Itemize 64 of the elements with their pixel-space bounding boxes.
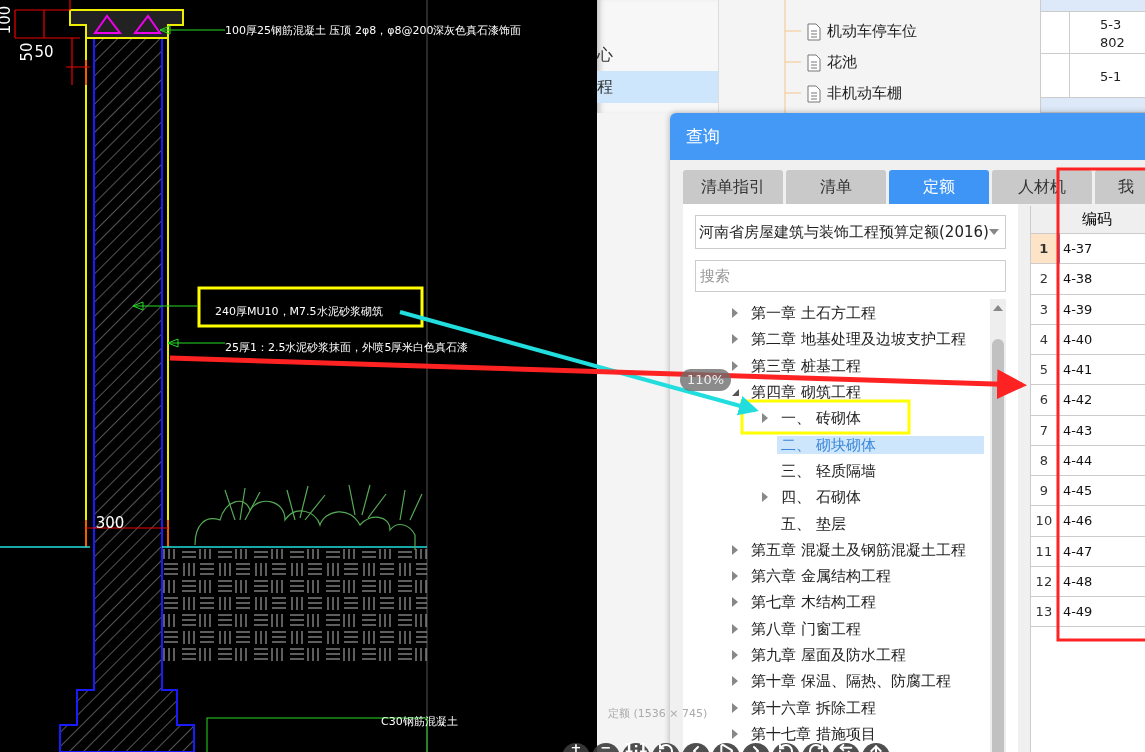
- document-icon: [807, 84, 821, 103]
- tree-item[interactable]: 第四章 砌筑工程: [747, 383, 865, 402]
- sidebar-item[interactable]: 心: [597, 39, 718, 71]
- table-cell: 4-44: [1057, 445, 1145, 476]
- tree-item[interactable]: 第二章 地基处理及边坡支护工程: [747, 330, 970, 349]
- table-cell: 4-49: [1057, 597, 1145, 628]
- tree-item[interactable]: 第五章 混凝土及钢筋混凝土工程: [747, 540, 970, 559]
- viewer-button[interactable]: −: [592, 743, 620, 752]
- tree-item[interactable]: 第三章 桩基工程: [747, 356, 865, 375]
- annotation-text: C30钢筋混凝土: [381, 715, 458, 728]
- table-cell: 4-47: [1057, 536, 1145, 567]
- document-icon: [807, 22, 821, 41]
- table-cell: 4-41: [1057, 355, 1145, 386]
- leader-line: [159, 25, 226, 35]
- tree-item[interactable]: 第七章 木结构工程: [747, 593, 880, 612]
- table-cell: 4-46: [1057, 506, 1145, 537]
- annotation-text: 240厚MU10，M7.5水泥砂浆砌筑: [215, 305, 383, 318]
- tab[interactable]: 清单: [786, 170, 886, 204]
- tree-item[interactable]: 第一章 土石方工程: [747, 304, 880, 323]
- dialog-title: 查询: [670, 113, 1145, 160]
- annotation-text: 25厚1：2.5水泥砂浆抹面，外喷5厚米白色真石漆: [225, 341, 469, 354]
- project-tree-item[interactable]: 花池: [807, 47, 1040, 78]
- scroll-up-icon[interactable]: [992, 305, 1003, 311]
- tree-item[interactable]: 三、 轻质隔墙: [777, 461, 880, 480]
- tree-item[interactable]: 第九章 屋面及防水工程: [747, 646, 910, 664]
- tree-item[interactable]: 第六章 金属结构工程: [747, 567, 895, 586]
- tree-item[interactable]: 第十六章 拆除工程: [747, 698, 880, 717]
- table-cell: 5-3 802: [1069, 12, 1145, 54]
- project-tree-item[interactable]: 非机动车棚: [807, 78, 1040, 109]
- viewer-button[interactable]: 1:1: [622, 743, 650, 752]
- table-cell: 4-40: [1057, 324, 1145, 355]
- tree-item[interactable]: 四、 石砌体: [777, 488, 865, 507]
- tab[interactable]: 清单指引: [683, 170, 783, 204]
- zoom-level: 110%: [680, 369, 732, 391]
- tree-item[interactable]: 五、 垫层: [777, 514, 850, 533]
- table-cell: 4-45: [1057, 476, 1145, 507]
- table-cell: 4-43: [1057, 415, 1145, 446]
- project-tree-item[interactable]: 机动车停车位: [807, 16, 1040, 47]
- tree-item[interactable]: 第八章 门窗工程: [747, 619, 865, 638]
- column-header: 编码: [1057, 206, 1145, 234]
- dimension-text: 50: [34, 43, 54, 61]
- table-cell: 4-39: [1057, 294, 1145, 325]
- sidebar-item[interactable]: 程: [597, 71, 718, 103]
- quota-select[interactable]: 河南省房屋建筑与装饰工程预算定额(2016): [695, 215, 1006, 249]
- table-cell: 4-42: [1057, 385, 1145, 416]
- scrollbar[interactable]: [989, 299, 1006, 752]
- leader-line: [167, 338, 226, 348]
- document-icon: [807, 53, 821, 72]
- dimension-text: 50: [18, 42, 36, 62]
- row-number[interactable]: 1: [1030, 234, 1058, 265]
- viewer-button[interactable]: +: [562, 743, 590, 752]
- caret-icon: [988, 229, 999, 235]
- tree-item[interactable]: 第十七章 措施项目: [747, 724, 880, 743]
- image-caption: 定额 (1536 × 745): [608, 706, 708, 721]
- tab[interactable]: 我: [1095, 170, 1145, 204]
- table-cell: 4-48: [1057, 566, 1145, 597]
- search-field[interactable]: 搜索: [695, 260, 1006, 292]
- dimension-text: 300: [95, 514, 125, 532]
- annotation-text: 100厚25钢筋混凝土 压顶 2φ8，φ8@200深灰色真石漆饰面: [225, 24, 522, 37]
- tree-item[interactable]: 第十章 保温、隔热、防腐工程: [747, 672, 955, 691]
- leader-line: [132, 301, 198, 311]
- tree-item[interactable]: 一、 砖砌体: [777, 409, 865, 428]
- table-cell: 4-37: [1057, 234, 1145, 265]
- table-cell: 4-38: [1057, 264, 1145, 295]
